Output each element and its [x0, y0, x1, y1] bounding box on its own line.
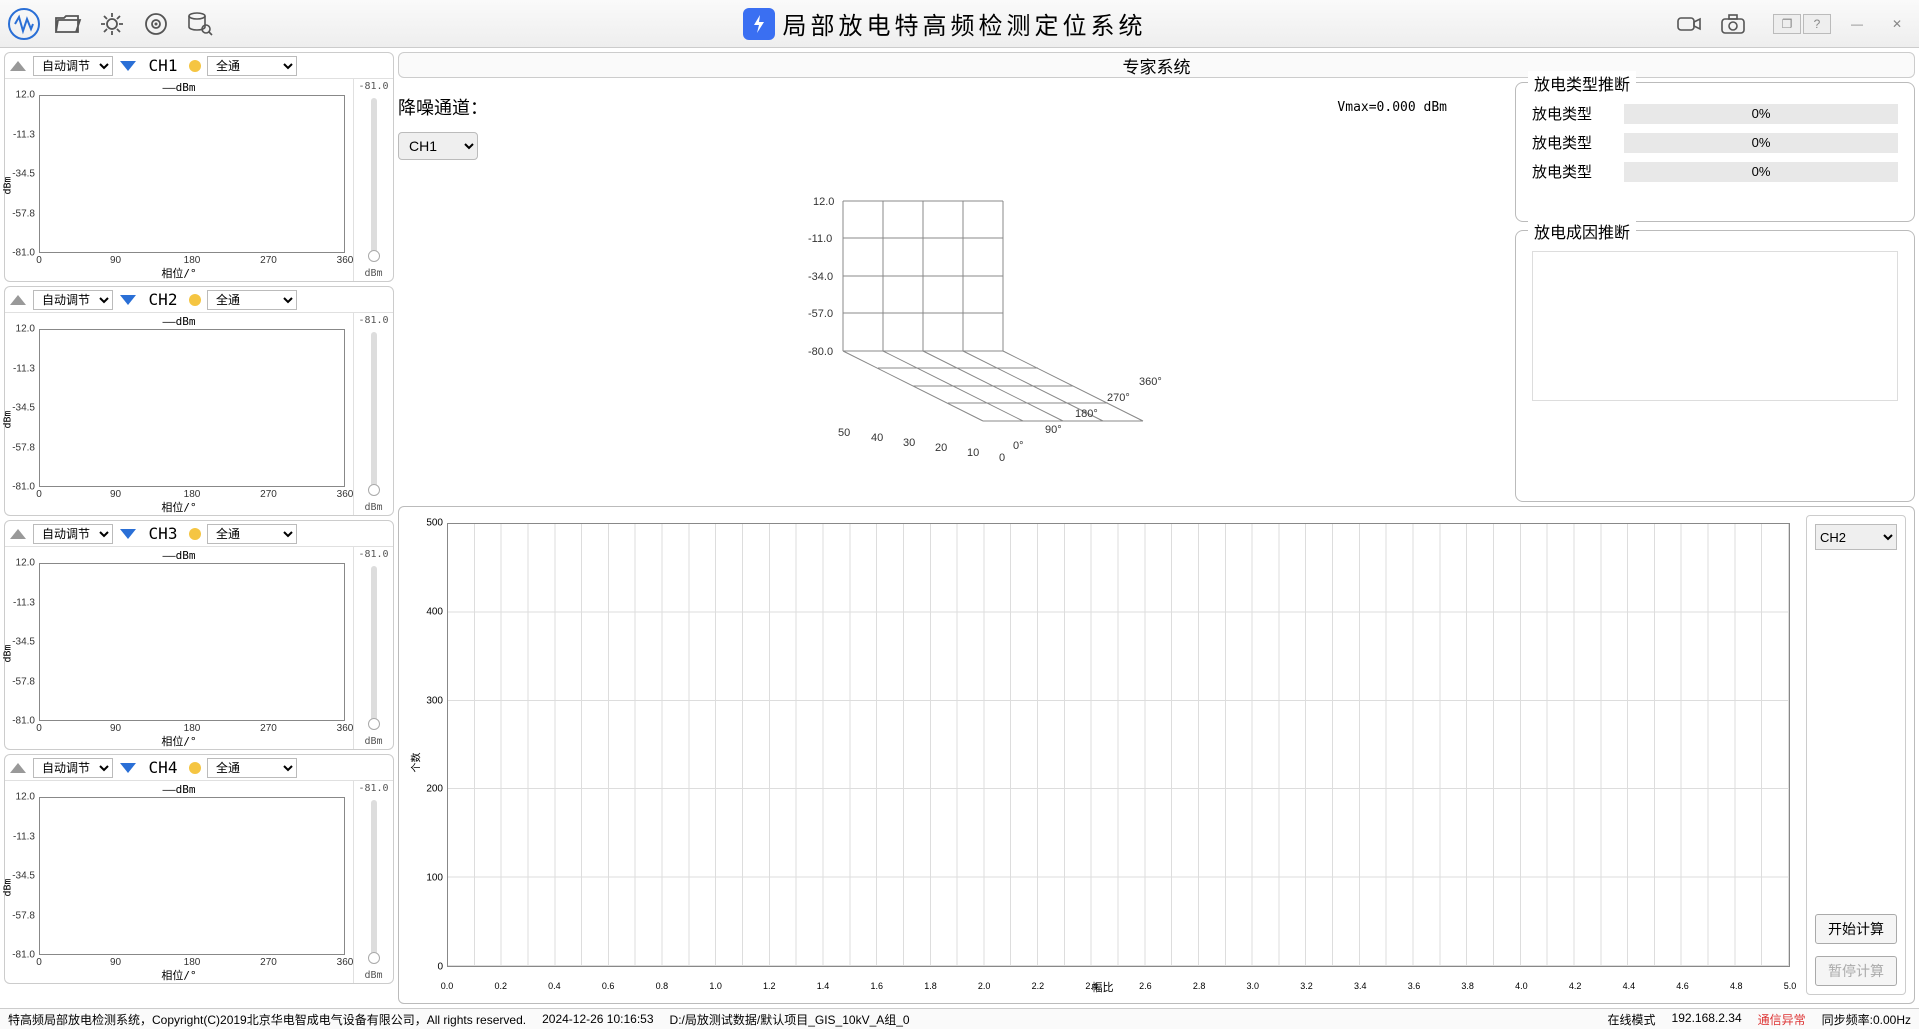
prpd-3d-chart: 12.0 -11.0 -34.0 -57.0 -80.0 50 40 30 20… [398, 160, 1507, 502]
database-search-icon[interactable] [184, 8, 216, 40]
adjust-select[interactable]: 自动调节 [33, 56, 113, 76]
adjust-select[interactable]: 自动调节 [33, 290, 113, 310]
channels-sidebar: 自动调节 CH1 全通 ——dBm dBm 12.0-11.3-34.5-57.… [4, 52, 394, 1004]
statusbar: 特高频局部放电检测系统，Copyright(C)2019北京华电智成电气设备有限… [0, 1008, 1919, 1029]
status-dot-icon [189, 294, 201, 306]
svg-text:50: 50 [838, 427, 850, 439]
prpd-chart: ——dBm dBm 12.0-11.3-34.5-57.8-81.0 09018… [5, 79, 353, 281]
prpd-chart: ——dBm dBm 12.0-11.3-34.5-57.8-81.0 09018… [5, 781, 353, 983]
channel-panel-ch2: 自动调节 CH2 全通 ——dBm dBm 12.0-11.3-34.5-57.… [4, 286, 394, 516]
channel-panel-ch4: 自动调节 CH4 全通 ——dBm dBm 12.0-11.3-34.5-57.… [4, 754, 394, 984]
discharge-cause-text [1532, 251, 1898, 401]
channel-collapse-icon[interactable] [9, 760, 27, 776]
window-help-icon[interactable]: ? [1803, 14, 1831, 34]
filter-select[interactable]: 全通 [207, 758, 297, 778]
discharge-type-row: 放电类型0% [1532, 161, 1898, 182]
expert-system-header: 专家系统 [398, 52, 1915, 78]
titlebar: 局部放电特高频检测定位系统 ❐ ? — ✕ [0, 0, 1919, 48]
copyright-text: 特高频局部放电检测系统，Copyright(C)2019北京华电智成电气设备有限… [8, 1011, 526, 1028]
filter-select[interactable]: 全通 [207, 524, 297, 544]
channel-label: CH3 [143, 524, 183, 543]
discharge-type-panel: 放电类型推断 放电类型0%放电类型0%放电类型0% [1515, 82, 1915, 222]
threshold-slider[interactable]: -81.0 dBm [353, 547, 393, 749]
channel-expand-icon[interactable] [119, 526, 137, 542]
channel-collapse-icon[interactable] [9, 526, 27, 542]
app-logo-icon [743, 8, 775, 40]
filter-select[interactable]: 全通 [207, 290, 297, 310]
channel-collapse-icon[interactable] [9, 58, 27, 74]
histogram-channel-select[interactable]: CH2 [1815, 524, 1897, 550]
window-close-icon[interactable]: ✕ [1883, 14, 1911, 34]
ip-text: 192.168.2.34 [1672, 1011, 1742, 1028]
discharge-type-row: 放电类型0% [1532, 132, 1898, 153]
folder-open-icon[interactable] [52, 8, 84, 40]
window-restore-icon[interactable]: ❐ [1773, 14, 1801, 34]
status-dot-icon [189, 60, 201, 72]
waveform-icon[interactable] [8, 8, 40, 40]
channel-expand-icon[interactable] [119, 58, 137, 74]
sync-freq-text: 同步频率:0.00Hz [1822, 1011, 1911, 1028]
vmax-value: Vmax=0.000 dBm [1337, 100, 1447, 115]
video-icon[interactable] [1673, 8, 1705, 40]
adjust-select[interactable]: 自动调节 [33, 758, 113, 778]
svg-text:-34.0: -34.0 [808, 271, 833, 283]
app-title: 局部放电特高频检测定位系统 [783, 6, 1147, 41]
svg-text:30: 30 [903, 437, 915, 449]
svg-text:270°: 270° [1107, 392, 1130, 404]
comm-status-text: 通信异常 [1758, 1011, 1806, 1028]
status-dot-icon [189, 528, 201, 540]
threshold-slider[interactable]: -81.0 dBm [353, 781, 393, 983]
channel-collapse-icon[interactable] [9, 292, 27, 308]
svg-text:0°: 0° [1013, 440, 1024, 452]
svg-text:40: 40 [871, 432, 883, 444]
filter-select[interactable]: 全通 [207, 56, 297, 76]
pause-calc-button[interactable]: 暂停计算 [1815, 956, 1897, 986]
camera-icon[interactable] [1717, 8, 1749, 40]
svg-text:-11.0: -11.0 [808, 233, 832, 245]
channel-label: CH1 [143, 56, 183, 75]
adjust-select[interactable]: 自动调节 [33, 524, 113, 544]
channel-expand-icon[interactable] [119, 292, 137, 308]
start-calc-button[interactable]: 开始计算 [1815, 914, 1897, 944]
noise-reduction-channel-select[interactable]: CH1 [398, 132, 478, 160]
channel-label: CH4 [143, 758, 183, 777]
timestamp-text: 2024-12-26 10:16:53 [542, 1012, 653, 1026]
discharge-cause-panel: 放电成因推断 [1515, 230, 1915, 502]
noise-reduction-panel: 降噪通道： Vmax=0.000 dBm CH1 [398, 82, 1507, 502]
histogram-panel: 5004003002001000 0.00.20.40.60.81.01.21.… [398, 506, 1915, 1004]
filepath-text: D:/局放测试数据/默认项目_GIS_10kV_A组_0 [670, 1011, 910, 1028]
svg-text:12.0: 12.0 [813, 196, 834, 208]
histogram-chart: 5004003002001000 0.00.20.40.60.81.01.21.… [407, 515, 1798, 995]
channel-label: CH2 [143, 290, 183, 309]
svg-text:-57.0: -57.0 [808, 308, 833, 320]
status-dot-icon [189, 762, 201, 774]
prpd-chart: ——dBm dBm 12.0-11.3-34.5-57.8-81.0 09018… [5, 547, 353, 749]
target-icon[interactable] [140, 8, 172, 40]
svg-text:360°: 360° [1139, 376, 1162, 388]
threshold-slider[interactable]: -81.0 dBm [353, 313, 393, 515]
channel-panel-ch3: 自动调节 CH3 全通 ——dBm dBm 12.0-11.3-34.5-57.… [4, 520, 394, 750]
svg-text:90°: 90° [1045, 424, 1062, 436]
prpd-chart: ——dBm dBm 12.0-11.3-34.5-57.8-81.0 09018… [5, 313, 353, 515]
svg-text:20: 20 [935, 442, 947, 454]
svg-text:180°: 180° [1075, 408, 1098, 420]
svg-text:-80.0: -80.0 [808, 346, 833, 358]
window-minimize-icon[interactable]: — [1843, 14, 1871, 34]
svg-text:0: 0 [999, 452, 1005, 464]
threshold-slider[interactable]: -81.0 dBm [353, 79, 393, 281]
noise-reduction-label: 降噪通道： [398, 94, 488, 120]
channel-panel-ch1: 自动调节 CH1 全通 ——dBm dBm 12.0-11.3-34.5-57.… [4, 52, 394, 282]
svg-text:10: 10 [967, 447, 979, 459]
mode-text: 在线模式 [1608, 1011, 1656, 1028]
discharge-type-row: 放电类型0% [1532, 103, 1898, 124]
gear-icon[interactable] [96, 8, 128, 40]
channel-expand-icon[interactable] [119, 760, 137, 776]
